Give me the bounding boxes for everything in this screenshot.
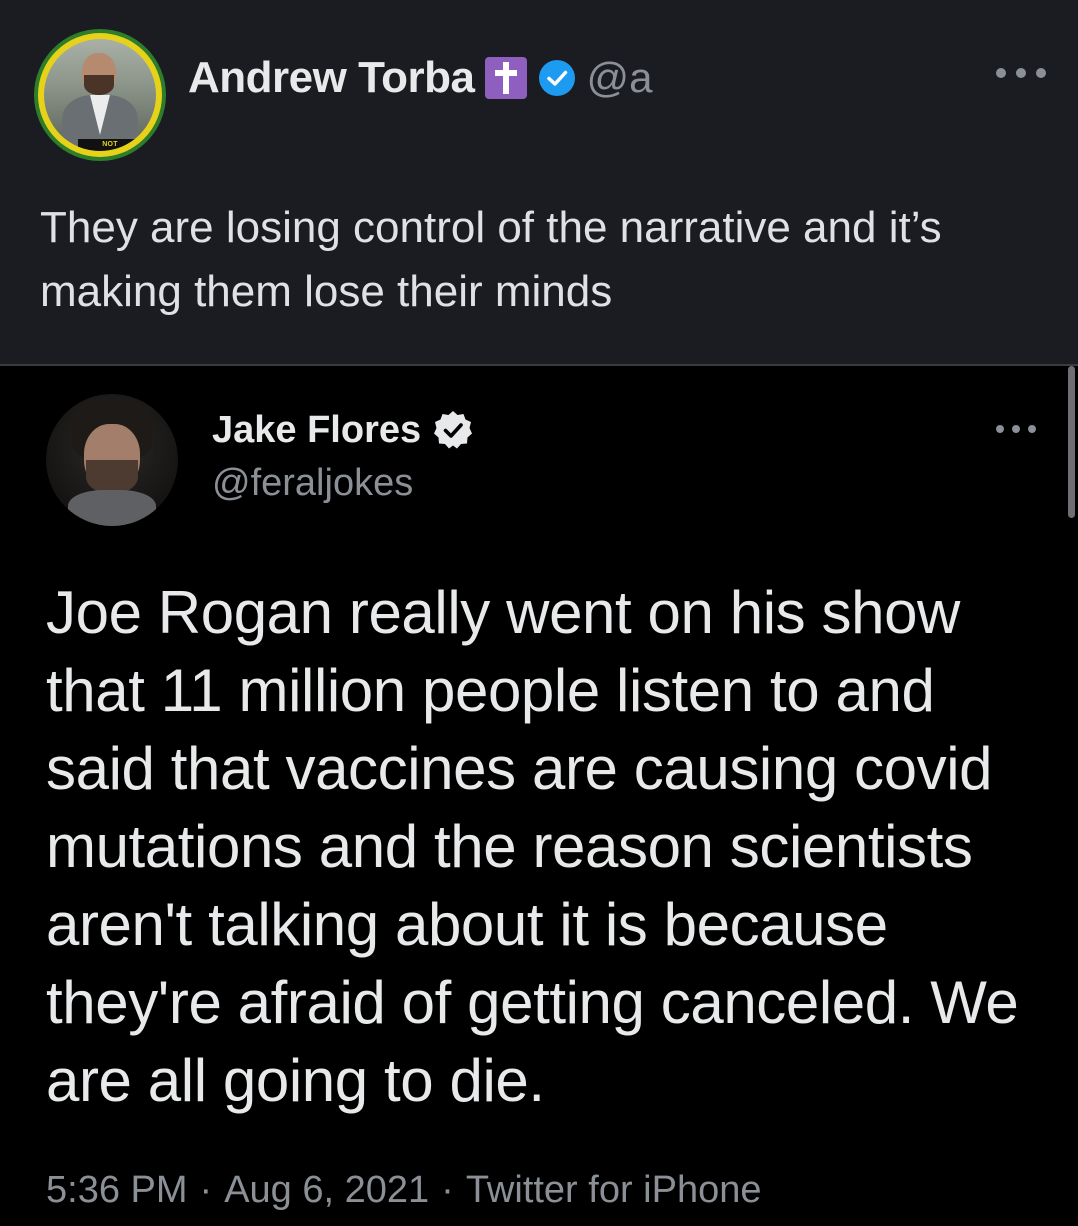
tweet-source[interactable]: Twitter for iPhone — [466, 1169, 762, 1212]
avatar-badge-text: NOT VACCINATED — [78, 139, 142, 151]
tweet-time[interactable]: 5:36 PM — [46, 1169, 188, 1212]
author-handle[interactable]: @a — [587, 54, 653, 102]
tweet-meta: 5:36 PM · Aug 6, 2021 · Twitter for iPho… — [46, 1162, 762, 1218]
author-line: Andrew Torba @a — [188, 52, 653, 104]
quoted-author-line: Jake Flores — [212, 406, 475, 454]
quoted-author-handle[interactable]: @feraljokes — [212, 462, 413, 505]
avatar-photo: NOT VACCINATED — [44, 39, 156, 151]
quoted-author-avatar[interactable] — [46, 394, 178, 526]
author-name[interactable]: Andrew Torba — [188, 53, 475, 103]
quoted-author-name[interactable]: Jake Flores — [212, 409, 421, 452]
verified-badge-icon — [431, 408, 475, 452]
scrollbar[interactable] — [1068, 366, 1075, 518]
tweet-date[interactable]: Aug 6, 2021 — [224, 1169, 429, 1212]
more-options-icon[interactable] — [996, 58, 1046, 88]
author-avatar[interactable]: NOT VACCINATED — [34, 29, 166, 161]
main-post: NOT VACCINATED Andrew Torba @a They are … — [0, 0, 1078, 366]
quoted-tweet-text: Joe Rogan really went on his show that 1… — [46, 579, 1019, 1114]
meta-separator: · — [199, 1168, 213, 1211]
meta-separator: · — [441, 1168, 454, 1211]
verified-badge-icon — [537, 58, 577, 98]
post-text: They are losing control of the narrative… — [40, 203, 942, 316]
cross-icon — [484, 57, 527, 99]
more-options-icon[interactable] — [996, 414, 1036, 444]
